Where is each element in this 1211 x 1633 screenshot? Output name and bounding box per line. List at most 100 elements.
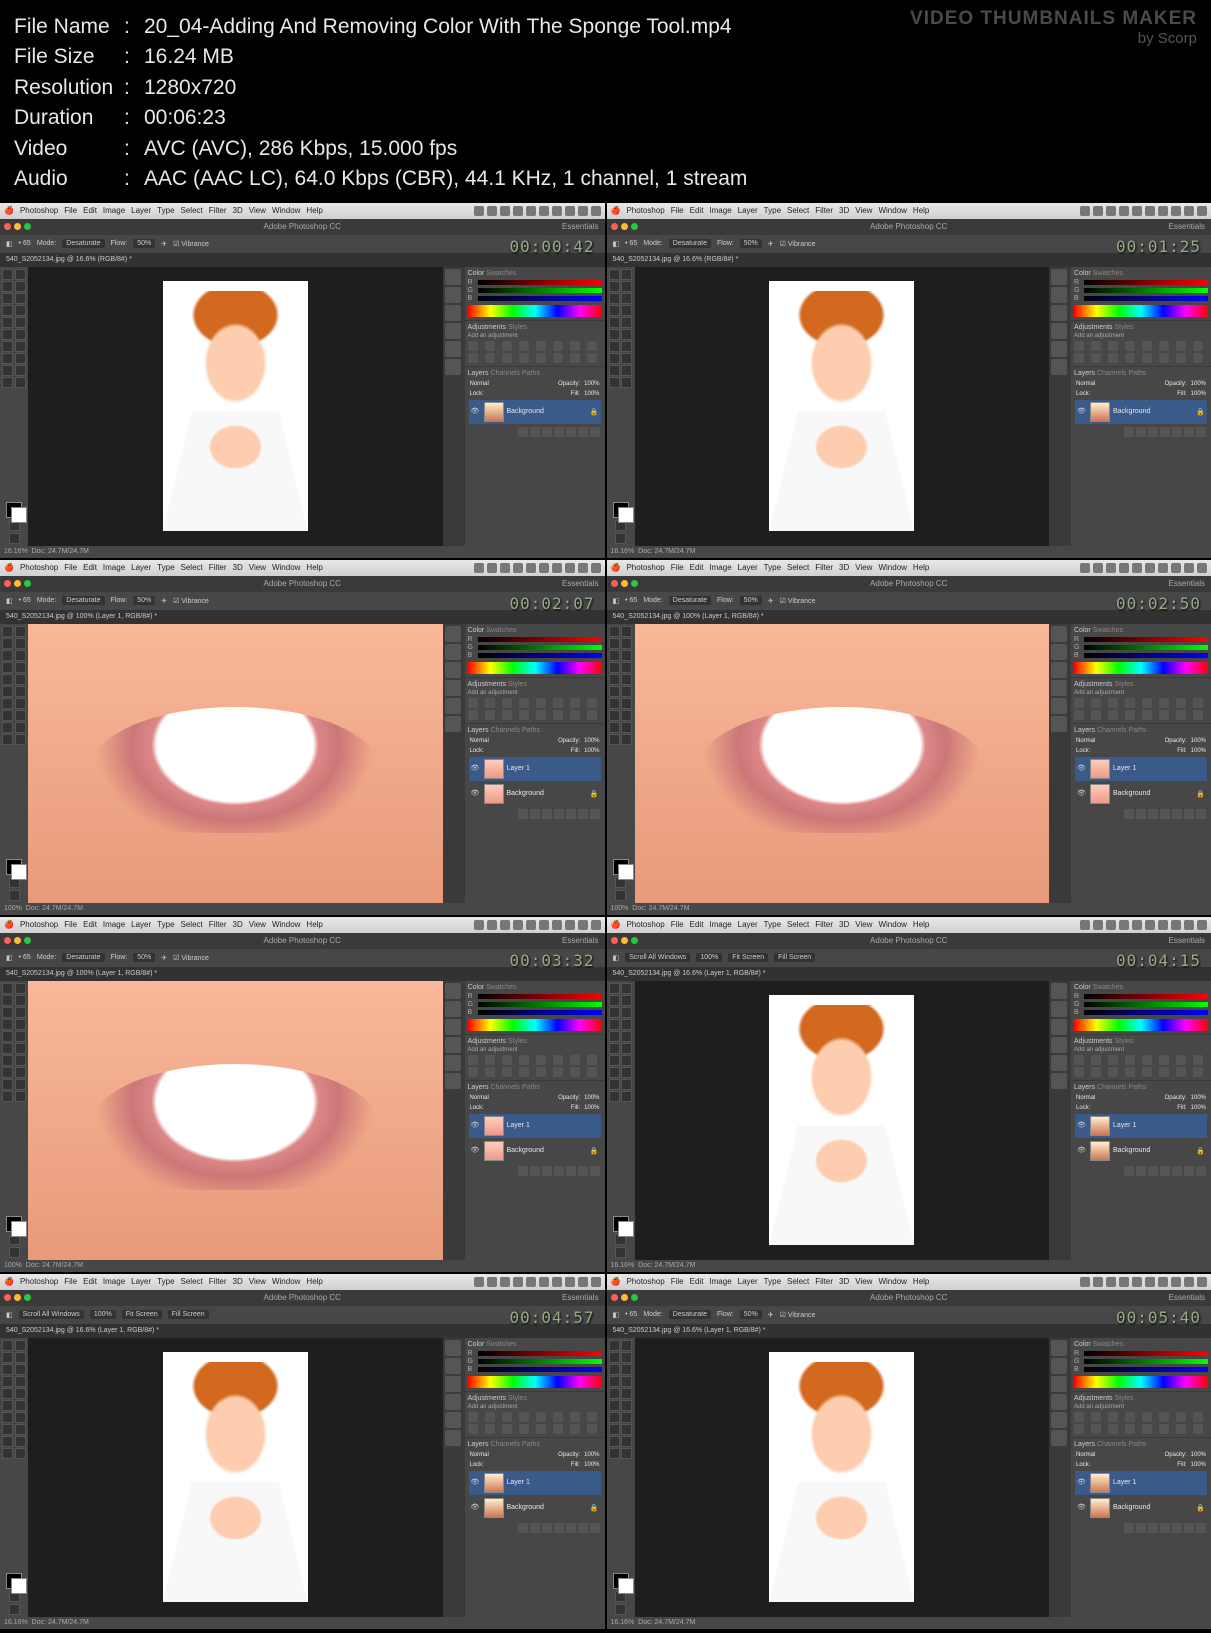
history-tool-icon[interactable] (15, 1031, 26, 1042)
pen-tool-icon[interactable] (609, 353, 620, 364)
layer-thumb[interactable] (484, 1116, 504, 1136)
menu-view[interactable]: View (249, 206, 266, 215)
collapsed-panel-icon[interactable] (445, 626, 461, 642)
collapsed-panel-icon[interactable] (445, 1394, 461, 1410)
layer-name[interactable]: Layer 1 (507, 1479, 530, 1486)
adjustment-icon[interactable] (1125, 1067, 1135, 1077)
adjustment-icon[interactable] (1108, 1055, 1118, 1065)
airbrush-icon[interactable]: ✈ (768, 240, 774, 248)
brush-tool-icon[interactable] (15, 1019, 26, 1030)
menu-select[interactable]: Select (181, 563, 203, 572)
tool-icon[interactable]: ◧ (613, 954, 620, 962)
status-icon[interactable] (591, 563, 601, 573)
dodge-tool-icon[interactable] (15, 341, 26, 352)
adjustment-icon[interactable] (468, 698, 478, 708)
r-slider[interactable] (478, 280, 602, 285)
adjustment-icon[interactable] (570, 1412, 580, 1422)
link-icon[interactable] (1124, 1166, 1134, 1176)
fx-icon[interactable] (1136, 1166, 1146, 1176)
background-color[interactable] (618, 864, 634, 880)
adjustment-icon[interactable] (1193, 341, 1203, 351)
layer-thumb[interactable] (1090, 402, 1110, 422)
minimize-icon[interactable] (621, 223, 628, 230)
adjustment-icon[interactable] (1074, 353, 1084, 363)
canvas-image[interactable] (769, 281, 914, 531)
menu-view[interactable]: View (855, 920, 872, 929)
workspace-picker[interactable]: Essentials (562, 579, 598, 588)
close-icon[interactable] (611, 1294, 618, 1301)
gradient-tool-icon[interactable] (15, 686, 26, 697)
adjustment-icon[interactable] (570, 353, 580, 363)
adjustment-icon[interactable] (502, 1412, 512, 1422)
link-icon[interactable] (518, 1166, 528, 1176)
layer-row[interactable]: 👁 Layer 1 (1075, 1471, 1207, 1495)
menu-photoshop[interactable]: Photoshop (626, 563, 664, 572)
spectrum[interactable] (1074, 1376, 1208, 1388)
fill-value[interactable]: 100% (584, 1105, 599, 1111)
path-tool-icon[interactable] (609, 722, 620, 733)
status-icon[interactable] (487, 1277, 497, 1287)
lock-icon[interactable]: 🔒 (590, 1147, 599, 1155)
airbrush-icon[interactable]: ✈ (161, 240, 167, 248)
history-tool-icon[interactable] (621, 1031, 632, 1042)
eyedropper-tool-icon[interactable] (621, 1007, 632, 1018)
fill-screen[interactable]: Fill Screen (168, 1310, 209, 1319)
canvas-image[interactable] (769, 995, 914, 1245)
adjustment-icon[interactable] (536, 1055, 546, 1065)
menu-filter[interactable]: Filter (815, 206, 833, 215)
blend-mode[interactable]: Normal (1076, 738, 1095, 744)
maximize-icon[interactable] (24, 223, 31, 230)
adjustment-icon[interactable] (536, 1067, 546, 1077)
adjustment-icon[interactable] (1108, 1412, 1118, 1422)
blur-tool-icon[interactable] (2, 1055, 13, 1066)
adjustment-icon[interactable] (570, 1067, 580, 1077)
status-icon[interactable] (591, 1277, 601, 1287)
collapsed-panel-icon[interactable] (1051, 1430, 1067, 1446)
brush-tool-icon[interactable] (621, 305, 632, 316)
status-icon[interactable] (1119, 206, 1129, 216)
flow-input[interactable]: 50% (133, 953, 155, 962)
status-icon[interactable] (474, 563, 484, 573)
menu-window[interactable]: Window (272, 1277, 300, 1286)
visibility-icon[interactable]: 👁 (471, 1146, 481, 1156)
dodge-tool-icon[interactable] (621, 1412, 632, 1423)
adjustment-icon[interactable] (519, 1424, 529, 1434)
status-icon[interactable] (539, 920, 549, 930)
status-icon[interactable] (565, 563, 575, 573)
wand-tool-icon[interactable] (621, 995, 632, 1006)
adjustment-icon[interactable] (1159, 1067, 1169, 1077)
menu-view[interactable]: View (249, 563, 266, 572)
move-tool-icon[interactable] (2, 269, 13, 280)
adjustment-icon[interactable] (1091, 1055, 1101, 1065)
brush-tool-icon[interactable] (621, 1376, 632, 1387)
trash-icon[interactable] (590, 1523, 600, 1533)
blur-tool-icon[interactable] (609, 341, 620, 352)
adjustment-icon[interactable] (1193, 710, 1203, 720)
paths-tab[interactable]: Paths (1129, 727, 1147, 734)
adjustment-icon[interactable] (1193, 1424, 1203, 1434)
apple-icon[interactable]: 🍎 (611, 920, 621, 929)
stamp-tool-icon[interactable] (2, 317, 13, 328)
eyedropper-tool-icon[interactable] (15, 1364, 26, 1375)
fill-screen[interactable]: Fill Screen (774, 953, 815, 962)
wand-tool-icon[interactable] (621, 1352, 632, 1363)
marquee-tool-icon[interactable] (621, 626, 632, 637)
hand-tool-icon[interactable] (2, 734, 13, 745)
adjustment-icon[interactable] (1108, 1424, 1118, 1434)
adjustment-icon[interactable] (519, 353, 529, 363)
history-tool-icon[interactable] (621, 1388, 632, 1399)
status-icon[interactable] (539, 206, 549, 216)
workspace-picker[interactable]: Essentials (1169, 1293, 1205, 1302)
adjustment-icon[interactable] (1176, 1067, 1186, 1077)
menu-select[interactable]: Select (181, 206, 203, 215)
menu-image[interactable]: Image (709, 206, 731, 215)
collapsed-panel-icon[interactable] (1051, 305, 1067, 321)
adjustment-icon[interactable] (587, 698, 597, 708)
group-icon[interactable] (566, 1166, 576, 1176)
new-icon[interactable] (1184, 1523, 1194, 1533)
layers-tab[interactable]: Layers (1074, 370, 1095, 377)
adjustment-icon[interactable] (587, 1055, 597, 1065)
channels-tab[interactable]: Channels (1097, 370, 1127, 377)
layer-name[interactable]: Background (507, 790, 544, 797)
tool-icon[interactable]: ◧ (613, 597, 620, 605)
